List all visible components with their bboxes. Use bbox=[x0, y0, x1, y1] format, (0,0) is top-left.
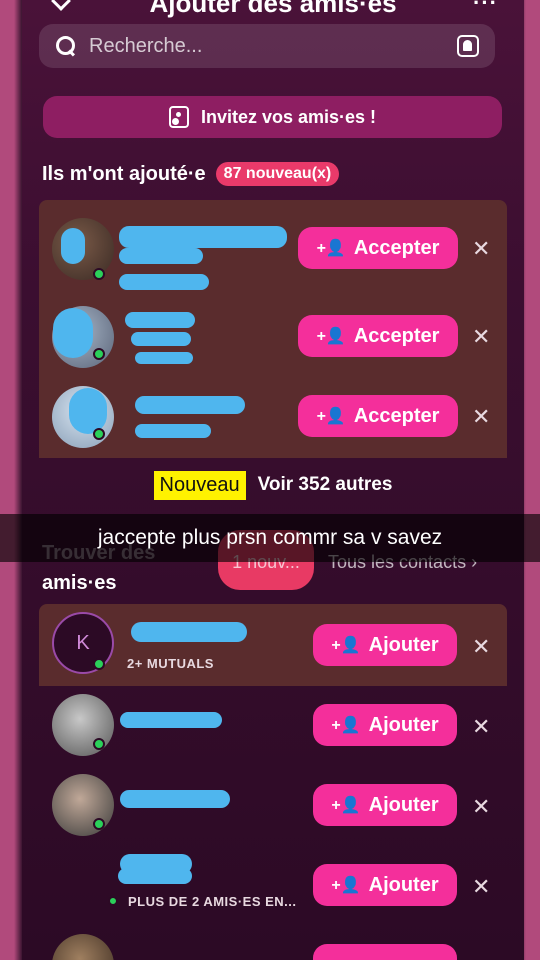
invite-label: Invitez vos amis·es ! bbox=[200, 106, 377, 127]
redaction-mark bbox=[120, 712, 222, 728]
dismiss-icon[interactable]: ✕ bbox=[472, 874, 490, 900]
dismiss-icon[interactable]: ✕ bbox=[472, 714, 490, 740]
add-friend-icon: +👤 bbox=[316, 240, 346, 257]
online-indicator bbox=[93, 348, 105, 360]
search-placeholder: Recherche... bbox=[89, 34, 203, 57]
redaction-mark bbox=[135, 396, 245, 414]
redaction-mark bbox=[69, 388, 107, 434]
add-button[interactable]: +👤 Ajouter bbox=[313, 864, 457, 906]
find-friends-title-line2: amis·es bbox=[42, 572, 117, 594]
avatar bbox=[52, 934, 114, 960]
add-button[interactable]: +👤 Ajouter bbox=[313, 704, 457, 746]
dismiss-icon[interactable]: ✕ bbox=[472, 794, 490, 820]
accept-button[interactable]: +👤 Accepter bbox=[298, 315, 458, 357]
friend-requests-list: +👤 Accepter ✕ +👤 Accepter ✕ +👤 Accepter … bbox=[39, 200, 507, 458]
dismiss-icon[interactable]: ✕ bbox=[472, 236, 490, 262]
redaction-mark bbox=[135, 352, 193, 364]
redaction-mark bbox=[119, 226, 287, 248]
add-friend-icon: +👤 bbox=[331, 637, 361, 654]
add-button[interactable] bbox=[313, 944, 457, 960]
add-label: Ajouter bbox=[368, 873, 439, 896]
redaction-mark bbox=[53, 308, 93, 358]
dismiss-icon[interactable]: ✕ bbox=[472, 324, 490, 350]
more-options-icon[interactable]: ··· bbox=[473, 0, 498, 16]
add-button[interactable]: +👤 Ajouter bbox=[313, 624, 457, 666]
invite-friends-button[interactable]: Invitez vos amis·es ! bbox=[43, 96, 502, 138]
list-item[interactable]: +👤 Accepter ✕ bbox=[39, 210, 507, 290]
online-indicator bbox=[93, 738, 105, 750]
mutuals-label: 2+ MUTUALS bbox=[127, 656, 214, 671]
redaction-mark bbox=[119, 248, 203, 264]
add-friend-icon: +👤 bbox=[316, 408, 346, 425]
top-bar: Ajouter des amis·es ··· bbox=[22, 0, 524, 18]
contact-card-icon bbox=[168, 106, 189, 128]
add-button[interactable]: +👤 Ajouter bbox=[313, 784, 457, 826]
suggested-friend-highlight: K 2+ MUTUALS +👤 Ajouter ✕ bbox=[39, 604, 507, 686]
snap-caption: jaccepte plus prsn commr sa v savez bbox=[0, 514, 540, 562]
add-label: Ajouter bbox=[368, 633, 439, 656]
avatar bbox=[52, 694, 114, 756]
list-item[interactable]: +👤 Ajouter ✕ bbox=[22, 686, 524, 766]
online-indicator bbox=[93, 818, 105, 830]
accept-label: Accepter bbox=[353, 324, 440, 347]
add-friend-icon: +👤 bbox=[331, 797, 361, 814]
redaction-mark bbox=[120, 790, 230, 808]
page-title: Ajouter des amis·es bbox=[149, 0, 397, 18]
redaction-mark bbox=[131, 622, 247, 642]
see-more-link[interactable]: Voir 352 autres bbox=[258, 474, 393, 496]
online-indicator bbox=[93, 268, 105, 280]
accept-button[interactable]: +👤 Accepter bbox=[298, 227, 458, 269]
redaction-mark bbox=[125, 312, 195, 328]
list-item[interactable]: +👤 Accepter ✕ bbox=[39, 298, 507, 378]
dismiss-icon[interactable]: ✕ bbox=[472, 634, 490, 660]
list-item[interactable]: +👤 Accepter ✕ bbox=[39, 378, 507, 458]
added-me-header: Ils m'ont ajouté·e 87 nouveau(x) bbox=[42, 162, 340, 186]
online-indicator bbox=[93, 658, 105, 670]
accept-button[interactable]: +👤 Accepter bbox=[298, 395, 458, 437]
redaction-mark bbox=[118, 868, 192, 884]
snapcode-icon[interactable] bbox=[457, 35, 479, 57]
dismiss-icon[interactable]: ✕ bbox=[472, 404, 490, 430]
mutual-friends-label: PLUS DE 2 AMIS·ES EN... bbox=[128, 894, 297, 909]
redaction-mark bbox=[61, 228, 85, 264]
add-label: Ajouter bbox=[368, 713, 439, 736]
add-friend-icon: +👤 bbox=[331, 877, 361, 894]
accept-label: Accepter bbox=[353, 404, 440, 427]
add-friends-screen: Ajouter des amis·es ··· Recherche... Inv… bbox=[22, 0, 524, 960]
redaction-mark bbox=[135, 424, 211, 438]
search-input[interactable]: Recherche... bbox=[39, 24, 495, 68]
new-count-badge: 87 nouveau(x) bbox=[215, 162, 340, 186]
new-tag: Nouveau bbox=[153, 470, 246, 500]
list-item[interactable]: +👤 Ajouter ✕ bbox=[22, 766, 524, 846]
added-me-title: Ils m'ont ajouté·e bbox=[42, 162, 206, 185]
list-item[interactable]: K 2+ MUTUALS +👤 Ajouter ✕ bbox=[39, 606, 507, 686]
add-friend-icon: +👤 bbox=[331, 717, 361, 734]
online-indicator bbox=[93, 428, 105, 440]
list-item[interactable] bbox=[22, 926, 524, 960]
search-icon bbox=[55, 35, 77, 57]
add-friend-icon: +👤 bbox=[316, 328, 346, 345]
accept-label: Accepter bbox=[353, 236, 440, 259]
avatar bbox=[52, 774, 114, 836]
redaction-mark bbox=[131, 332, 191, 346]
online-indicator bbox=[108, 896, 118, 906]
redaction-mark bbox=[119, 274, 209, 290]
list-item[interactable]: PLUS DE 2 AMIS·ES EN... +👤 Ajouter ✕ bbox=[22, 846, 524, 926]
see-more-row[interactable]: Nouveau Voir 352 autres bbox=[22, 468, 524, 502]
add-label: Ajouter bbox=[368, 793, 439, 816]
